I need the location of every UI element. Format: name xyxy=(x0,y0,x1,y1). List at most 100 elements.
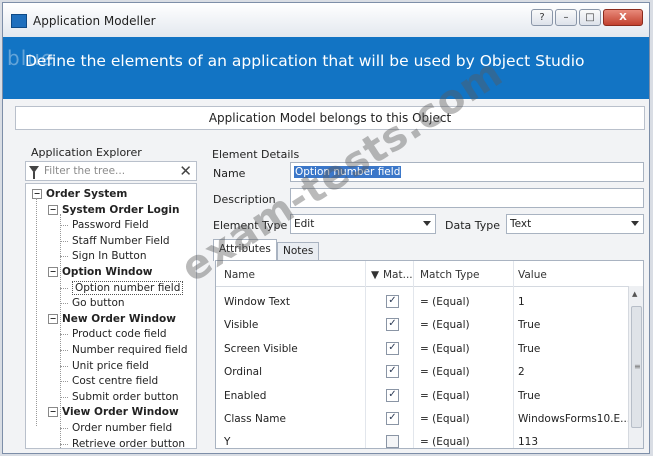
tree-node[interactable]: Staff Number Field xyxy=(60,234,170,249)
tab-notes[interactable]: Notes xyxy=(277,242,320,261)
attribute-row[interactable]: Window Text = (Equal) 1 ✓ xyxy=(216,291,626,314)
attribute-row[interactable]: Screen Visible = (Equal) True ✓ xyxy=(216,338,626,361)
tree-node-label: View Order Window xyxy=(62,406,179,419)
attribute-row[interactable]: Visible = (Equal) True ✓ xyxy=(216,314,626,337)
attribute-match-type: = (Equal) xyxy=(420,413,470,425)
application-modeller-window: Application Modeller ? – □ X blue Define… xyxy=(2,2,650,454)
tree-connector xyxy=(60,365,68,367)
attribute-match-type: = (Equal) xyxy=(420,319,470,332)
tree-connector xyxy=(60,303,68,305)
grip-icon: ≡ xyxy=(634,362,641,371)
collapse-icon[interactable]: − xyxy=(48,267,58,277)
application-tree[interactable]: − Order System − System Order Login Password… xyxy=(25,183,197,449)
data-type-select[interactable]: Text xyxy=(506,214,644,234)
attribute-name: Window Text xyxy=(224,296,290,308)
attribute-name: Enabled xyxy=(224,389,267,402)
tree-connector xyxy=(60,225,68,227)
tree-node[interactable]: Product code field xyxy=(60,327,167,342)
tree-node[interactable]: Cost centre field xyxy=(60,374,159,389)
maximize-button[interactable]: □ xyxy=(579,9,601,26)
explorer-label: Application Explorer xyxy=(31,146,142,159)
tree-node-label: System Order Login xyxy=(62,203,180,216)
match-checkbox[interactable]: ✓ xyxy=(386,318,399,332)
header-value[interactable]: Value xyxy=(518,269,547,281)
attribute-value: True xyxy=(518,342,541,355)
scroll-thumb[interactable]: ≡ xyxy=(631,306,642,428)
vertical-scrollbar[interactable]: ▲ ≡ xyxy=(628,286,643,448)
tree-filter[interactable]: Filter the tree... ✕ xyxy=(25,161,197,181)
tree-node[interactable]: − Option Window xyxy=(48,265,153,280)
tree-node[interactable]: − View Order Window xyxy=(48,405,179,420)
title-bar: Application Modeller ? – □ X xyxy=(3,3,649,37)
attributes-grid: Name ▼ Mat... Match Type Value Window Te… xyxy=(215,260,644,449)
collapse-icon[interactable]: − xyxy=(48,407,58,418)
attribute-row[interactable]: Class Name = (Equal) WindowsForms10.E... ✓ xyxy=(216,408,630,431)
header-match-type[interactable]: Match Type xyxy=(420,269,480,281)
tree-node[interactable]: Sign In Button xyxy=(60,249,147,264)
attribute-row[interactable]: Enabled = (Equal) True ✓ xyxy=(216,385,626,408)
attribute-name: Screen Visible xyxy=(224,342,298,355)
tree-node[interactable]: − System Order Login xyxy=(48,203,179,218)
tree-node[interactable]: − New Order Window xyxy=(48,312,176,327)
help-button[interactable]: ? xyxy=(531,9,553,26)
grid-header: Name ▼ Mat... Match Type Value xyxy=(216,266,643,287)
match-checkbox[interactable]: ✓ xyxy=(386,435,399,448)
tree-node[interactable]: Option number field xyxy=(60,280,184,296)
tree-connector xyxy=(60,428,68,429)
tree-node-label: Staff Number Field xyxy=(72,234,170,247)
tree-node[interactable]: Submit order button xyxy=(60,390,179,405)
attribute-value: 1 xyxy=(518,296,525,308)
tree-node-label: Unit price field xyxy=(72,359,149,372)
tree-node[interactable]: Unit price field xyxy=(60,359,149,374)
tree-connector xyxy=(60,287,68,289)
tree-guide-line xyxy=(36,198,37,426)
collapse-icon[interactable]: − xyxy=(32,189,42,199)
window-controls: ? – □ X xyxy=(531,9,643,26)
attribute-match-type: = (Equal) xyxy=(420,296,470,308)
tree-connector xyxy=(60,350,68,351)
filter-input[interactable]: Filter the tree... xyxy=(44,165,174,177)
minimize-button[interactable]: – xyxy=(555,9,577,26)
tree-node[interactable]: Number required field xyxy=(60,343,188,358)
header-banner: blue Define the elements of an applicati… xyxy=(3,37,649,99)
tree-node[interactable]: Go button xyxy=(60,296,125,311)
attribute-value: True xyxy=(518,319,541,332)
attribute-match-type: = (Equal) xyxy=(420,436,470,449)
filter-icon[interactable]: ▼ xyxy=(371,269,379,281)
banner-text: Define the elements of an application th… xyxy=(25,52,585,70)
close-button[interactable]: X xyxy=(603,9,643,26)
scroll-up-icon[interactable]: ▲ xyxy=(632,290,637,298)
tree-node[interactable]: − Order System xyxy=(32,187,127,202)
match-checkbox[interactable]: ✓ xyxy=(386,412,399,425)
attribute-value: 2 xyxy=(518,366,525,379)
collapse-icon[interactable]: − xyxy=(48,313,58,324)
tree-node-label: Order number field xyxy=(72,422,173,434)
name-label: Name xyxy=(213,167,246,180)
chevron-down-icon xyxy=(631,221,639,226)
tree-node-label: New Order Window xyxy=(62,312,176,325)
attribute-name: Class Name xyxy=(224,413,286,425)
tree-guide-line xyxy=(60,214,61,448)
clear-filter-icon[interactable]: ✕ xyxy=(179,162,192,180)
tree-node[interactable]: Password Field xyxy=(60,218,149,233)
attribute-row[interactable]: Y = (Equal) 113 ✓ xyxy=(216,431,626,449)
window-title: Application Modeller xyxy=(33,14,156,28)
attribute-row[interactable]: Ordinal = (Equal) 2 ✓ xyxy=(216,361,626,384)
attribute-match-type: = (Equal) xyxy=(420,366,470,379)
tree-node-label: Retrieve order button xyxy=(72,437,186,449)
match-checkbox[interactable]: ✓ xyxy=(386,388,399,402)
match-checkbox[interactable]: ✓ xyxy=(386,295,399,308)
match-checkbox[interactable]: ✓ xyxy=(386,365,399,379)
data-type-label: Data Type xyxy=(445,219,501,232)
match-checkbox[interactable]: ✓ xyxy=(386,341,399,355)
tree-connector xyxy=(60,334,68,336)
tree-node-label: Cost centre field xyxy=(72,375,159,388)
element-details-title: Element Details xyxy=(212,148,300,161)
collapse-icon[interactable]: − xyxy=(48,204,58,215)
tree-node[interactable]: Order number field xyxy=(60,421,173,436)
tree-connector xyxy=(60,256,68,258)
tree-node[interactable]: Retrieve order button xyxy=(60,437,186,449)
tree-node-label: Password Field xyxy=(72,219,149,232)
object-link-header[interactable]: Application Model belongs to this Object xyxy=(15,106,645,130)
header-match[interactable]: Mat... xyxy=(383,269,413,281)
